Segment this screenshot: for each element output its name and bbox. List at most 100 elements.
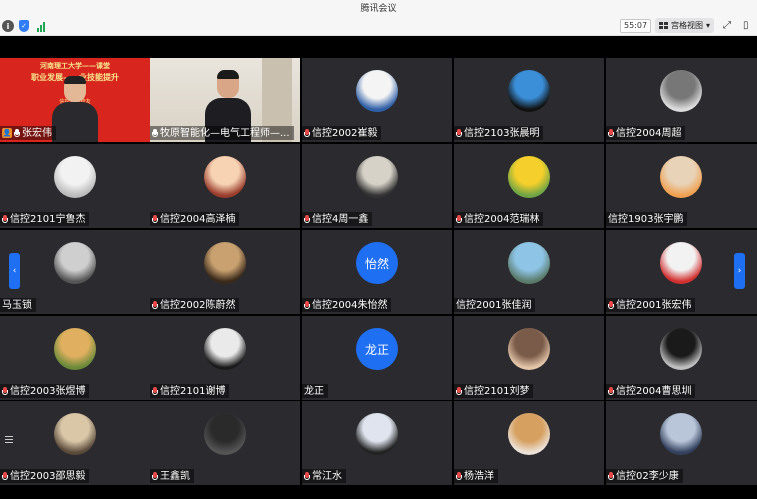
mic-muted-icon xyxy=(608,128,614,138)
participant-name: 信控2001张佳润 xyxy=(456,299,532,311)
mic-muted-icon xyxy=(304,471,310,481)
view-switch-button[interactable]: 宫格视图 ▾ xyxy=(655,18,715,33)
avatar xyxy=(660,156,702,198)
participant-name-tag: 杨浩洋 xyxy=(454,469,498,483)
avatar xyxy=(356,70,398,112)
participant-name-tag: 王鑫凯 xyxy=(150,469,194,483)
avatar xyxy=(508,413,550,455)
avatar xyxy=(660,413,702,455)
avatar: 龙正 xyxy=(356,328,398,370)
mic-muted-icon xyxy=(2,214,8,224)
mic-muted-icon xyxy=(152,300,158,310)
shield-icon[interactable]: ✓ xyxy=(18,20,30,32)
mic-muted-icon xyxy=(304,214,310,224)
participant-tile[interactable]: 怡然 信控2004朱怡然 xyxy=(302,230,452,314)
member-list-icon[interactable] xyxy=(0,428,18,450)
participant-name: 牧原智能化—电气工程师—... xyxy=(160,127,290,139)
participant-tile[interactable]: 常江水 xyxy=(302,401,452,485)
participant-name: 信控2004曹思圳 xyxy=(616,385,692,397)
participant-name: 龙正 xyxy=(304,385,324,397)
participant-name: 信控2004周超 xyxy=(616,127,682,139)
participant-tile[interactable]: 杨浩洋 xyxy=(454,401,604,485)
participant-name-tag: 信控2101谢博 xyxy=(150,384,230,398)
participant-name: 张宏伟 xyxy=(22,127,52,139)
avatar xyxy=(54,242,96,284)
mic-muted-icon xyxy=(152,386,158,396)
participant-tile[interactable]: 信控2101谢博 xyxy=(150,316,300,400)
participant-name: 信控2103张晨明 xyxy=(464,127,540,139)
signal-icon[interactable] xyxy=(35,20,47,32)
info-icon[interactable]: i xyxy=(2,20,14,32)
participant-video xyxy=(52,76,98,142)
participant-name: 王鑫凯 xyxy=(160,470,190,482)
mic-muted-icon xyxy=(456,128,462,138)
mic-icon xyxy=(152,128,158,138)
avatar xyxy=(54,413,96,455)
participant-name: 信控2101宁鲁杰 xyxy=(10,213,86,225)
window-title: 腾讯会议 xyxy=(360,4,397,14)
participant-tile[interactable]: 信控2002陈蔚然 xyxy=(150,230,300,314)
participant-tile[interactable]: 河南理工大学——课堂职业发展——业技能提升信控11级校友👤张宏伟 xyxy=(0,58,150,142)
participant-tile[interactable]: 信控1903张宇鹏 xyxy=(606,144,757,228)
meeting-toolbar: i ✓ 55:07 宫格视图 ▾ ⤢ ▯ xyxy=(0,16,757,36)
participant-name-tag: 信控4周一鑫 xyxy=(302,212,373,226)
participant-tile[interactable]: 信控2101刘梦 xyxy=(454,316,604,400)
participant-name: 信控2002崔毅 xyxy=(312,127,378,139)
avatar xyxy=(204,242,246,284)
participant-tile[interactable]: 信控2103张晨明 xyxy=(454,58,604,142)
participant-tile[interactable]: 信控2004高泽楠 xyxy=(150,144,300,228)
participant-tile[interactable]: 信控2001张佳润 xyxy=(454,230,604,314)
mic-muted-icon xyxy=(608,300,614,310)
participant-tile[interactable]: 信控2003邵思毅 xyxy=(0,401,150,485)
participant-tile[interactable]: 信控2004范瑞林 xyxy=(454,144,604,228)
participant-name: 信控2101谢博 xyxy=(160,385,226,397)
participant-tile[interactable]: 信控4周一鑫 xyxy=(302,144,452,228)
chevron-down-icon: ▾ xyxy=(706,21,711,30)
sidebar-toggle-icon[interactable]: ▯ xyxy=(743,20,749,31)
participant-name-tag: 信控2002陈蔚然 xyxy=(150,298,240,312)
participant-tile[interactable]: 马玉锁 xyxy=(0,230,150,314)
participant-name-tag: 信控2004高泽楠 xyxy=(150,212,240,226)
participant-name: 信控2002陈蔚然 xyxy=(160,299,236,311)
meeting-timer: 55:07 xyxy=(620,19,652,33)
participant-name-tag: 信控2004朱怡然 xyxy=(302,298,392,312)
avatar xyxy=(356,413,398,455)
participant-name-tag: 龙正 xyxy=(302,384,328,398)
avatar xyxy=(508,328,550,370)
participant-name-tag: 信控2004曹思圳 xyxy=(606,384,696,398)
participant-tile[interactable]: 信控02李少康 xyxy=(606,401,757,485)
participant-name-tag: 信控2101宁鲁杰 xyxy=(0,212,90,226)
participant-name-tag: 信控2003邵思毅 xyxy=(0,469,90,483)
participant-name-tag: 信控2001张佳润 xyxy=(454,298,536,312)
participant-name-tag: 牧原智能化—电气工程师—... xyxy=(150,126,294,140)
participant-tile[interactable]: 信控2101宁鲁杰 xyxy=(0,144,150,228)
mic-muted-icon xyxy=(2,386,8,396)
participant-name: 信控2004朱怡然 xyxy=(312,299,388,311)
participant-tile[interactable]: 信控2004曹思圳 xyxy=(606,316,757,400)
title-bar: 腾讯会议 xyxy=(0,0,757,16)
participant-name-tag: 信控02李少康 xyxy=(606,469,683,483)
prev-page-button[interactable]: ‹ xyxy=(9,253,20,289)
next-page-button[interactable]: › xyxy=(734,253,745,289)
participant-name-tag: 信控2004周超 xyxy=(606,126,686,140)
participant-tile[interactable]: 龙正 龙正 xyxy=(302,316,452,400)
participant-name: 信控02李少康 xyxy=(616,470,679,482)
participant-name-tag: 信控2101刘梦 xyxy=(454,384,534,398)
participant-tile[interactable]: 王鑫凯 xyxy=(150,401,300,485)
participant-name-tag: 信控2103张晨明 xyxy=(454,126,544,140)
avatar xyxy=(204,413,246,455)
avatar xyxy=(204,156,246,198)
participant-name: 常江水 xyxy=(312,470,342,482)
avatar xyxy=(660,242,702,284)
mic-muted-icon xyxy=(304,128,310,138)
participant-name-tag: 👤 张宏伟 xyxy=(0,126,56,140)
participant-tile[interactable]: 信控2002崔毅 xyxy=(302,58,452,142)
participant-tile[interactable]: 信控2004周超 xyxy=(606,58,757,142)
participant-tile[interactable]: 牧原智能化—电气工程师—... xyxy=(150,58,300,142)
participant-name-tag: 信控2002崔毅 xyxy=(302,126,382,140)
mic-muted-icon xyxy=(608,386,614,396)
fullscreen-icon[interactable]: ⤢ xyxy=(723,20,731,31)
mic-muted-icon xyxy=(456,214,462,224)
participant-tile[interactable]: 信控2003张煜博 xyxy=(0,316,150,400)
mic-muted-icon xyxy=(304,300,310,310)
